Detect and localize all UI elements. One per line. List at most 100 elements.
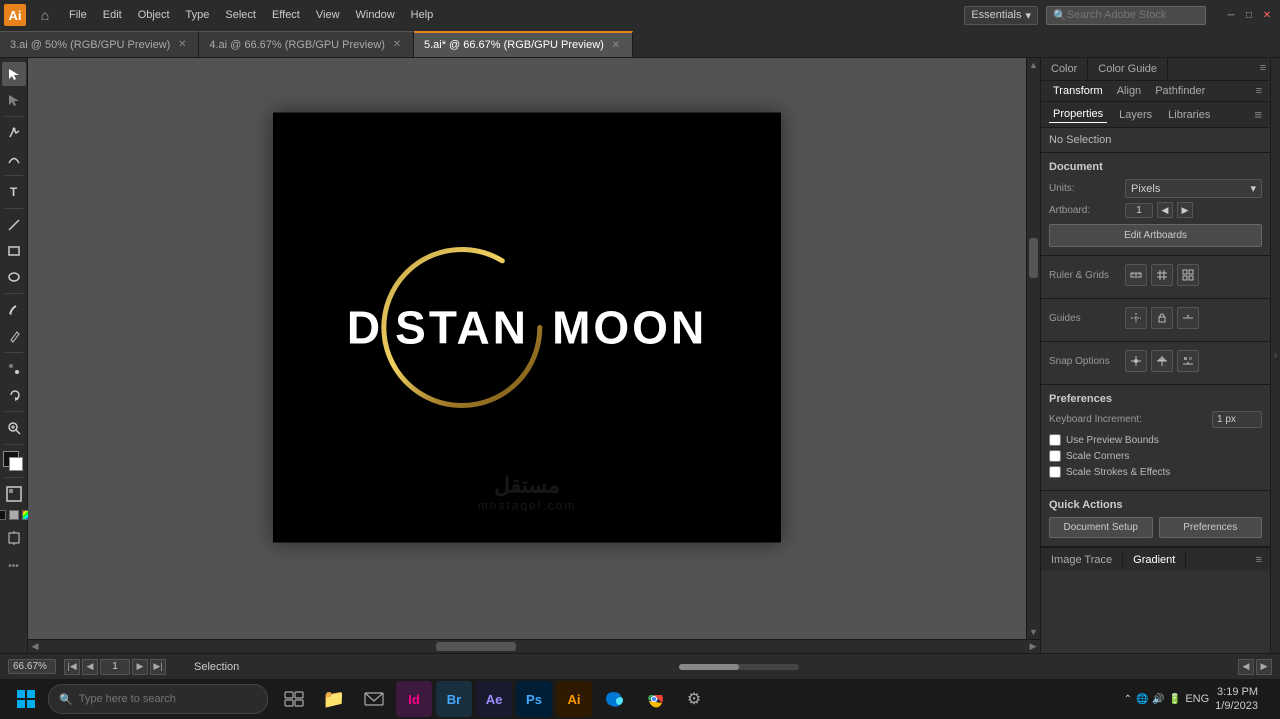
- artboard-tool[interactable]: [2, 526, 26, 550]
- horizontal-scrollbar[interactable]: ◀ ▶: [28, 639, 1040, 653]
- footer-panel-menu[interactable]: ≡: [1248, 551, 1270, 569]
- smart-guides-btn[interactable]: [1177, 307, 1199, 329]
- show-desktop-btn[interactable]: [1264, 681, 1272, 717]
- pen-tool[interactable]: [2, 121, 26, 145]
- scroll-left-btn[interactable]: ◀: [28, 640, 42, 654]
- clock[interactable]: 3:19 PM 1/9/2023: [1215, 685, 1258, 714]
- taskbar-search-input[interactable]: [79, 693, 257, 705]
- menu-edit[interactable]: Edit: [96, 5, 129, 25]
- tab-layers[interactable]: Layers: [1115, 107, 1156, 123]
- mail-app[interactable]: [356, 681, 392, 717]
- artboard-prev-btn[interactable]: ◀: [1157, 202, 1173, 218]
- screen-mode-btn[interactable]: [2, 482, 26, 506]
- tab-2[interactable]: 4.ai @ 66.67% (RGB/GPU Preview) ✕: [199, 31, 414, 57]
- artboard-next-btn[interactable]: ▶: [1177, 202, 1193, 218]
- h-scroll-left[interactable]: ◀: [1238, 659, 1254, 675]
- menu-help[interactable]: Help: [404, 5, 441, 25]
- tab-libraries[interactable]: Libraries: [1164, 107, 1214, 123]
- taskview-btn[interactable]: [276, 681, 312, 717]
- edge-app[interactable]: [596, 681, 632, 717]
- tab-color[interactable]: Color: [1041, 58, 1088, 80]
- rectangle-tool[interactable]: [2, 239, 26, 263]
- pencil-tool[interactable]: [2, 324, 26, 348]
- tray-chevron[interactable]: ⌃: [1124, 694, 1132, 705]
- grid-btn[interactable]: [1151, 264, 1173, 286]
- preferences-title[interactable]: Preferences: [1049, 393, 1262, 405]
- scroll-thumb-v[interactable]: [1029, 238, 1038, 278]
- type-tool[interactable]: T: [2, 180, 26, 204]
- indesign-app[interactable]: Id: [396, 681, 432, 717]
- artboard-last-btn[interactable]: ▶|: [150, 659, 166, 675]
- document-setup-btn[interactable]: Document Setup: [1049, 517, 1153, 538]
- menu-file[interactable]: File: [62, 5, 94, 25]
- artboard-prev-nav-btn[interactable]: ◀: [82, 659, 98, 675]
- tab-2-close[interactable]: ✕: [391, 39, 403, 51]
- keyboard-increment-input[interactable]: [1212, 411, 1262, 428]
- fill-color-swatch[interactable]: [0, 510, 6, 520]
- direct-selection-tool[interactable]: [2, 88, 26, 112]
- vertical-scrollbar[interactable]: ▲ ▼: [1026, 58, 1040, 639]
- tab-3-close[interactable]: ✕: [610, 39, 622, 51]
- document-section-title[interactable]: Document: [1049, 161, 1262, 173]
- artboard-page-input[interactable]: [100, 659, 130, 675]
- ellipse-tool[interactable]: [2, 265, 26, 289]
- canvas-area[interactable]: D: [28, 58, 1026, 639]
- scale-strokes-checkbox[interactable]: [1049, 466, 1061, 478]
- search-input[interactable]: [1067, 9, 1197, 21]
- tab-align[interactable]: Align: [1113, 84, 1145, 98]
- ai-app[interactable]: Ai: [556, 681, 592, 717]
- scroll-thumb-h[interactable]: [436, 642, 516, 651]
- menu-select[interactable]: Select: [218, 5, 263, 25]
- snap-to-grid-btn[interactable]: [1151, 350, 1173, 372]
- tray-volume-icon[interactable]: 🔊: [1152, 694, 1164, 705]
- home-icon[interactable]: ⌂: [34, 4, 56, 26]
- rotate-tool[interactable]: [2, 383, 26, 407]
- start-button[interactable]: [8, 681, 44, 717]
- blend-tool[interactable]: [2, 357, 26, 381]
- tab-3[interactable]: 5.ai* @ 66.67% (RGB/GPU Preview) ✕: [414, 31, 633, 57]
- file-explorer-app[interactable]: 📁: [316, 681, 352, 717]
- tab-pathfinder[interactable]: Pathfinder: [1151, 84, 1209, 98]
- line-tool[interactable]: [2, 213, 26, 237]
- menu-effect[interactable]: Effect: [265, 5, 307, 25]
- color-indicator[interactable]: [3, 451, 25, 473]
- tab-transform[interactable]: Transform: [1049, 84, 1107, 98]
- scale-corners-checkbox[interactable]: [1049, 450, 1061, 462]
- tab-1-close[interactable]: ✕: [176, 39, 188, 51]
- transform-panel-menu[interactable]: ≡: [1256, 85, 1262, 97]
- menu-view[interactable]: View: [309, 5, 347, 25]
- scroll-track-h[interactable]: [42, 640, 1026, 653]
- use-preview-bounds-checkbox[interactable]: [1049, 434, 1061, 446]
- menu-type[interactable]: Type: [179, 5, 217, 25]
- tab-color-guide[interactable]: Color Guide: [1088, 58, 1168, 80]
- gradient-tab[interactable]: Gradient: [1123, 551, 1186, 569]
- ps-app[interactable]: Ps: [516, 681, 552, 717]
- properties-panel-menu[interactable]: ≡: [1254, 107, 1262, 122]
- preferences-btn[interactable]: Preferences: [1159, 517, 1263, 538]
- tray-network-icon[interactable]: 🌐: [1136, 694, 1148, 705]
- zoom-input[interactable]: [8, 659, 56, 674]
- artboard-first-btn[interactable]: |◀: [64, 659, 80, 675]
- workspace-selector[interactable]: Essentials ▾: [964, 6, 1038, 25]
- maximize-button[interactable]: □: [1240, 6, 1258, 24]
- tab-properties[interactable]: Properties: [1049, 106, 1107, 123]
- image-trace-tab[interactable]: Image Trace: [1041, 551, 1123, 569]
- zoom-tool[interactable]: [2, 416, 26, 440]
- scroll-track-v[interactable]: [1027, 72, 1040, 625]
- pixel-grid-btn[interactable]: [1177, 264, 1199, 286]
- settings-app[interactable]: ⚙: [676, 681, 712, 717]
- ae-app[interactable]: Ae: [476, 681, 512, 717]
- menu-object[interactable]: Object: [131, 5, 177, 25]
- units-dropdown[interactable]: Pixels ▾: [1125, 179, 1262, 198]
- scroll-up-btn[interactable]: ▲: [1027, 58, 1041, 72]
- color-panel-menu[interactable]: ≡: [1256, 58, 1270, 80]
- chrome-app[interactable]: [636, 681, 672, 717]
- minimize-button[interactable]: ─: [1222, 6, 1240, 24]
- lock-guides-btn[interactable]: [1151, 307, 1173, 329]
- rulers-btn[interactable]: [1125, 264, 1147, 286]
- artboard-num[interactable]: 1: [1125, 203, 1153, 218]
- bridge-app[interactable]: Br: [436, 681, 472, 717]
- snap-to-pixel-btn[interactable]: [1177, 350, 1199, 372]
- menu-window[interactable]: Window: [349, 5, 402, 25]
- brush-tool[interactable]: [2, 298, 26, 322]
